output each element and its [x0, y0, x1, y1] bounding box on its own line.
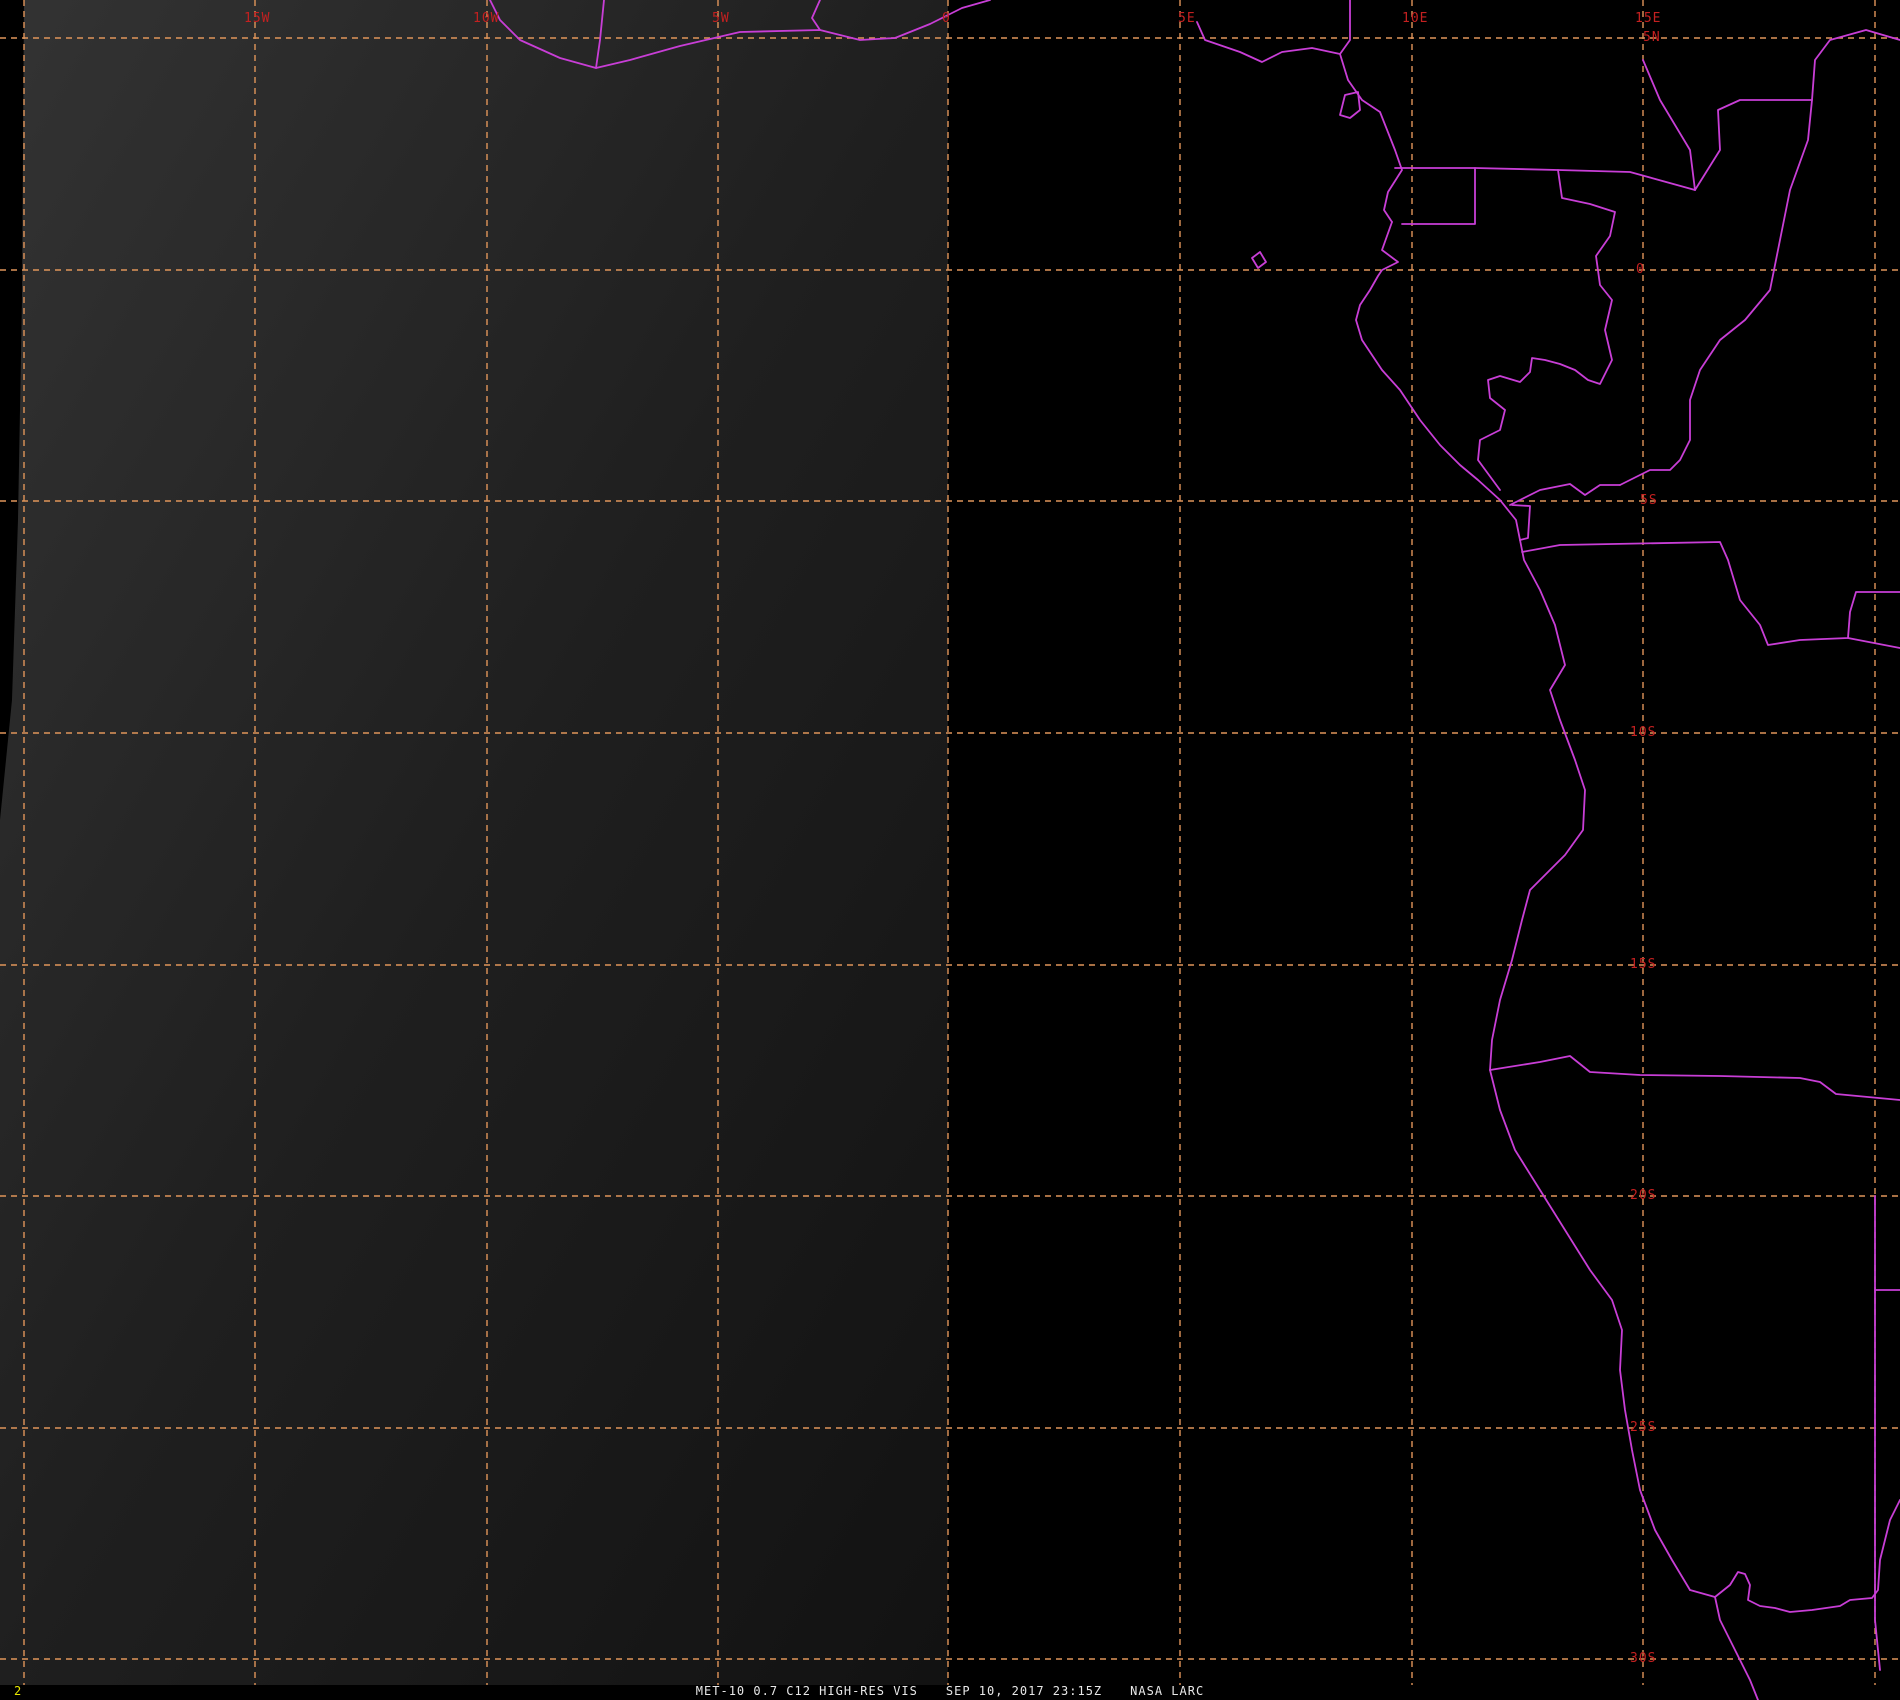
border-cameroon-car — [1694, 29, 1900, 191]
lat-label-0: 0 — [1636, 262, 1645, 277]
island-bioko — [1339, 91, 1361, 119]
border-rio-muni — [1394, 167, 1476, 225]
lon-label-10w: 10W — [473, 11, 499, 26]
lon-label-15e: 15E — [1635, 11, 1661, 26]
border-cabinda-south — [1511, 504, 1531, 541]
coastline-angola — [1489, 539, 1586, 1071]
daylit-imagery-region — [0, 0, 948, 1685]
border-cabinda — [1509, 483, 1621, 506]
border-orange-river — [1714, 1499, 1900, 1613]
border-angola-drc — [1521, 541, 1900, 646]
lon-label-5e: 5E — [1178, 11, 1196, 26]
lat-label-15s: 15S — [1630, 957, 1656, 972]
border-gabon-cameroon — [1474, 167, 1696, 191]
island-sao-tome — [1251, 251, 1267, 269]
lat-label-20s: 20S — [1630, 1188, 1656, 1203]
coastline-namibia — [1489, 1069, 1691, 1591]
lat-label-30s: 30S — [1630, 1651, 1656, 1666]
border-namibia-east — [1874, 1195, 1881, 1671]
product-label: MET-10 0.7 C12 HIGH-RES VIS — [695, 1684, 918, 1698]
border-cameroon-north — [1339, 0, 1351, 55]
border-cameroon-chad — [1642, 59, 1696, 191]
lat-label-25s: 25S — [1630, 1420, 1656, 1435]
coastline-nigeria-cameroon — [1196, 21, 1403, 223]
satellite-map: 15W 10W 5W 0 5E 10E 15E 5N 0 5S 10S 15S … — [0, 0, 1900, 1700]
status-bar: MET-10 0.7 C12 HIGH-RES VIS SEP 10, 2017… — [0, 1682, 1900, 1700]
lon-label-5w: 5W — [712, 11, 730, 26]
source-label: NASA LARC — [1130, 1684, 1205, 1698]
lat-label-5n: 5N — [1643, 30, 1661, 45]
lon-label-15w: 15W — [244, 11, 270, 26]
map-canvas: 15W 10W 5W 0 5E 10E 15E 5N 0 5S 10S 15S … — [0, 0, 1900, 1700]
lat-label-5s: 5S — [1640, 493, 1658, 508]
timestamp-label: SEP 10, 2017 23:15Z — [945, 1684, 1103, 1698]
border-angola-drc-east — [1847, 637, 1900, 649]
lon-label-10e: 10E — [1402, 11, 1428, 26]
border-angola-namibia — [1489, 1055, 1900, 1101]
border-gabon-congo — [1477, 169, 1616, 491]
lon-label-0: 0 — [942, 11, 951, 26]
lat-label-10s: 10S — [1630, 725, 1656, 740]
